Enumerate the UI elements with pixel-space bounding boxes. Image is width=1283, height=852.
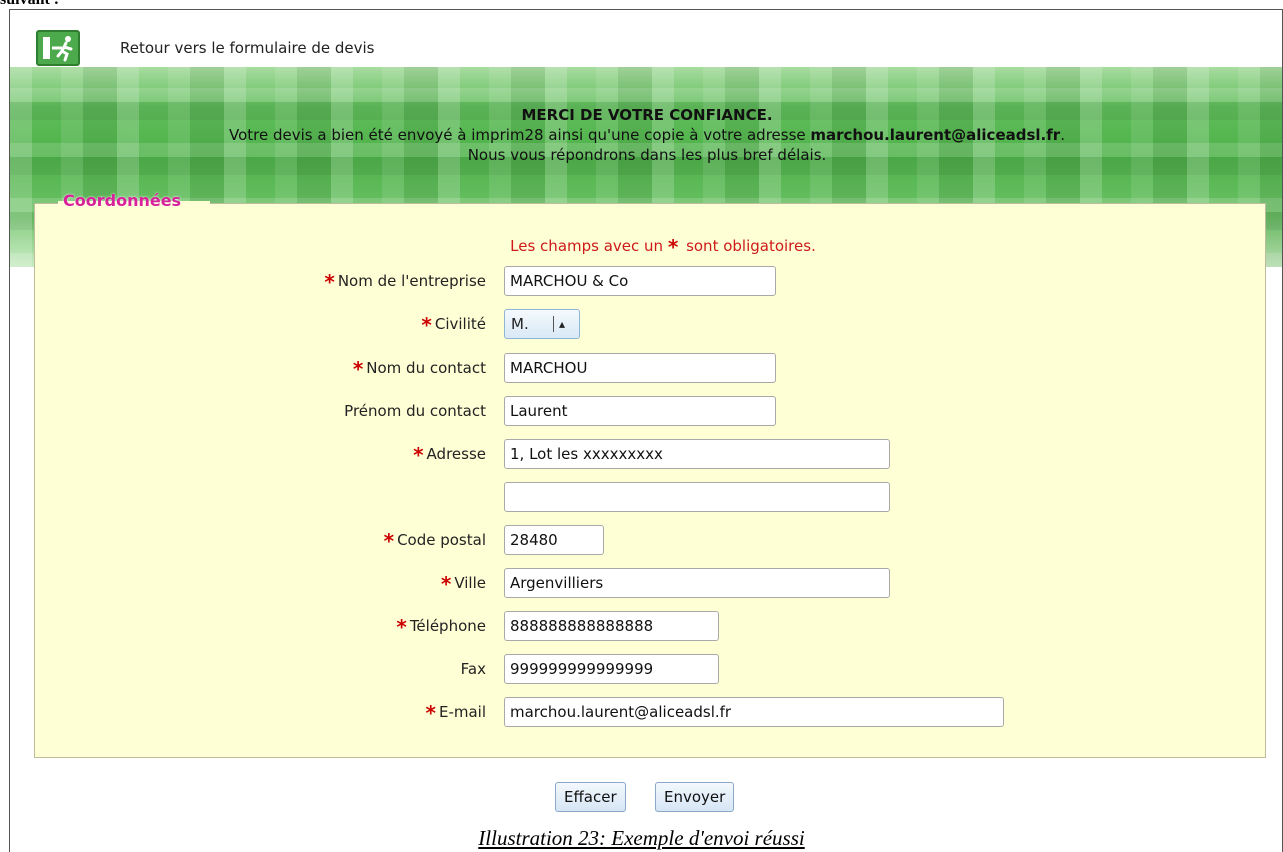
document-top-text: suivant : <box>0 0 59 9</box>
label-address: * Adresse <box>10 438 486 471</box>
required-star-icon: * <box>667 235 679 259</box>
company-name-input[interactable] <box>504 266 776 296</box>
label-contact-name: * Nom du contact <box>10 352 486 385</box>
label-email: * E-mail <box>10 696 487 729</box>
label-text: Téléphone <box>409 617 486 635</box>
city-input[interactable] <box>504 568 890 598</box>
clear-button[interactable]: Effacer <box>555 782 626 812</box>
postal-code-input[interactable] <box>504 525 604 555</box>
label-text: Nom du contact <box>366 359 486 377</box>
fieldset-legend: Coordonnées <box>63 191 182 210</box>
civility-selected-value: M. <box>511 315 529 333</box>
label-text: Prénom du contact <box>344 402 486 420</box>
label-text: Civilité <box>434 315 486 333</box>
label-fax: Fax <box>10 653 486 685</box>
required-note-suffix: sont obligatoires. <box>681 237 816 255</box>
label-civility: * Civilité <box>10 308 486 341</box>
address-line1-input[interactable] <box>504 439 890 469</box>
sent-line-email: marchou.laurent@aliceadsl.fr <box>810 126 1061 144</box>
select-divider <box>553 316 554 332</box>
figure-caption: Illustration 23: Exemple d'envoi réussi <box>478 826 805 850</box>
label-text: Nom de l'entreprise <box>337 272 486 290</box>
select-arrows-icon: ▴ <box>559 317 566 331</box>
label-postal-code: * Code postal <box>10 524 486 557</box>
label-text: Ville <box>454 574 486 592</box>
label-text: Code postal <box>397 531 486 549</box>
required-star-icon: * <box>396 615 407 639</box>
address-line2-input[interactable] <box>504 482 890 512</box>
send-button[interactable]: Envoyer <box>655 782 735 812</box>
required-note-prefix: Les champs avec un <box>510 237 668 255</box>
required-star-icon: * <box>425 701 436 725</box>
required-fields-note: Les champs avec un * sont obligatoires. <box>10 235 1282 259</box>
required-star-icon: * <box>421 313 432 337</box>
contact-firstname-input[interactable] <box>504 396 776 426</box>
back-to-form-row: Retour vers le formulaire de devis <box>36 28 374 68</box>
confirmation-sent-line: Votre devis a bien été envoyé à imprim28… <box>10 125 1282 145</box>
fax-input[interactable] <box>504 654 719 684</box>
label-company-name: * Nom de l'entreprise <box>10 265 486 298</box>
sent-line-text: Votre devis a bien été envoyé à imprim28… <box>229 126 811 144</box>
required-star-icon: * <box>324 270 335 294</box>
required-star-icon: * <box>383 529 395 553</box>
contact-name-input[interactable] <box>504 353 776 383</box>
label-text: E-mail <box>438 703 486 721</box>
required-star-icon: * <box>413 443 424 467</box>
label-phone: * Téléphone <box>10 610 486 643</box>
back-to-form-link[interactable]: Retour vers le formulaire de devis <box>120 39 374 57</box>
phone-input[interactable] <box>504 611 719 641</box>
email-input[interactable] <box>504 697 1004 727</box>
label-contact-firstname: Prénom du contact <box>10 395 486 427</box>
sent-line-suffix: . <box>1060 126 1065 144</box>
label-text: Fax <box>460 660 486 678</box>
exit-icon[interactable] <box>36 30 80 66</box>
civility-select[interactable]: M. ▴ <box>504 309 580 339</box>
label-city: * Ville <box>10 567 486 600</box>
required-star-icon: * <box>352 357 364 381</box>
confirmation-reply-line: Nous vous répondrons dans les plus bref … <box>467 146 827 164</box>
browser-page-frame: Retour vers le formulaire de devis MERCI… <box>9 9 1283 852</box>
required-star-icon: * <box>440 572 452 596</box>
confirmation-message: MERCI DE VOTRE CONFIANCE. Votre devis a … <box>10 105 1282 165</box>
label-text: Adresse <box>426 445 486 463</box>
confirmation-title: MERCI DE VOTRE CONFIANCE. <box>521 106 773 124</box>
